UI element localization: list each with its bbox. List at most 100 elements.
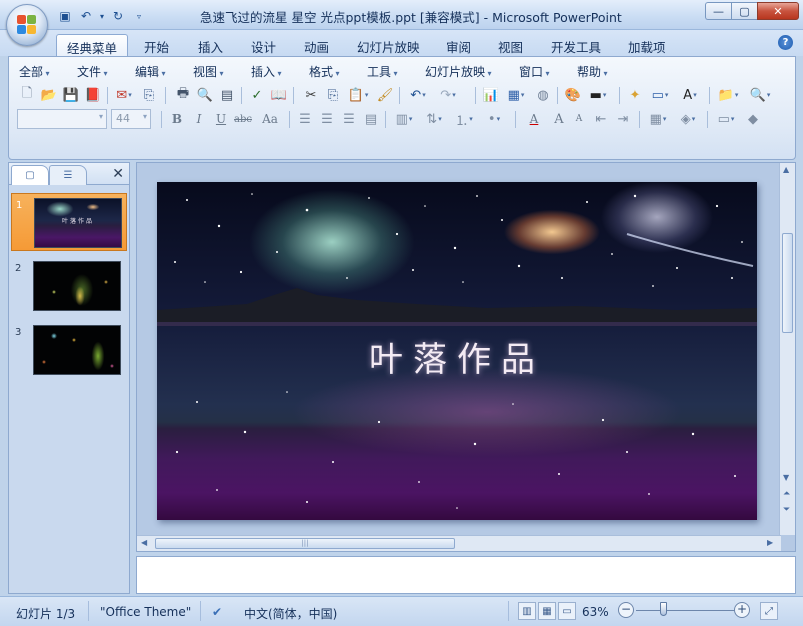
table-icon[interactable]: ▦ bbox=[503, 85, 529, 105]
research-icon[interactable]: 📖 bbox=[269, 85, 289, 105]
vertical-scrollbar[interactable]: ▲ ▼ ⏶ ⏷ bbox=[779, 163, 795, 535]
attach-icon[interactable]: ⎘ bbox=[139, 85, 159, 105]
tab-review[interactable]: 审阅 bbox=[436, 34, 481, 56]
bold-button[interactable]: B bbox=[167, 109, 187, 129]
spelling-check-icon[interactable]: ✔ bbox=[212, 605, 222, 619]
vertical-scroll-thumb[interactable] bbox=[782, 233, 793, 333]
color-grayscale-icon[interactable]: 🎨 bbox=[563, 85, 583, 105]
tab-addins[interactable]: 加载项 bbox=[618, 34, 676, 56]
columns-icon[interactable]: ▥ bbox=[391, 109, 417, 129]
normal-view-icon[interactable]: ▥ bbox=[518, 602, 536, 620]
tab-insert[interactable]: 插入 bbox=[188, 34, 233, 56]
scroll-right-icon[interactable]: ▶ bbox=[767, 538, 773, 547]
menu-insert[interactable]: 插入 bbox=[251, 63, 282, 80]
find-icon[interactable]: 🔍 bbox=[747, 85, 773, 105]
previous-slide-icon[interactable]: ⏶ bbox=[783, 489, 790, 499]
scroll-left-icon[interactable]: ◀ bbox=[141, 538, 147, 547]
slide-sorter-view-icon[interactable]: ▦ bbox=[538, 602, 556, 620]
zoom-in-button[interactable]: + bbox=[734, 602, 750, 618]
current-slide[interactable]: 叶落作品 bbox=[157, 182, 757, 520]
copy-icon[interactable]: ⎘ bbox=[323, 85, 343, 105]
slide-thumbnail-2[interactable]: 2 bbox=[11, 257, 127, 315]
paste-icon[interactable]: 📋 bbox=[345, 85, 371, 105]
help-icon[interactable]: ? bbox=[778, 35, 793, 50]
tab-outline-icon[interactable]: ☰ bbox=[49, 165, 87, 185]
format-painter-icon[interactable]: 🖌 bbox=[375, 85, 395, 105]
tab-classic-menu[interactable]: 经典菜单 bbox=[56, 34, 129, 56]
menu-edit[interactable]: 编辑 bbox=[135, 63, 166, 80]
change-case-button[interactable]: Aa bbox=[257, 109, 283, 129]
folder-dropdown-icon[interactable]: 📁 bbox=[715, 85, 741, 105]
new-slide-icon[interactable]: ✦ bbox=[625, 85, 645, 105]
menu-tools[interactable]: 工具 bbox=[367, 63, 398, 80]
slide-title[interactable]: 叶落作品 bbox=[157, 332, 757, 381]
arrange-icon[interactable]: ▦ bbox=[645, 109, 671, 129]
print-icon[interactable]: 🖶 bbox=[173, 85, 193, 105]
zoom-out-button[interactable]: − bbox=[618, 602, 634, 618]
theme-name[interactable]: "Office Theme" bbox=[100, 605, 191, 619]
underline-button[interactable]: U bbox=[211, 109, 231, 129]
font-name-box[interactable] bbox=[17, 109, 107, 129]
fill-icon[interactable]: ◆ bbox=[743, 109, 763, 129]
horizontal-scrollbar[interactable]: ◀ ||| ▶ bbox=[137, 535, 781, 551]
permission-icon[interactable]: 📕 bbox=[83, 85, 103, 105]
redo-icon[interactable]: ↷ bbox=[435, 85, 461, 105]
strikethrough-button[interactable]: abc bbox=[233, 109, 253, 129]
menu-format[interactable]: 格式 bbox=[309, 63, 340, 80]
open-folder-icon[interactable]: 📂 bbox=[39, 85, 59, 105]
grayscale-dropdown-icon[interactable]: ▬ bbox=[585, 85, 611, 105]
slide-layout-icon[interactable]: ▤ bbox=[217, 85, 237, 105]
next-slide-icon[interactable]: ⏷ bbox=[783, 505, 790, 515]
undo-icon[interactable]: ↶ bbox=[77, 7, 95, 25]
notes-pane[interactable] bbox=[136, 556, 796, 594]
menu-all[interactable]: 全部 bbox=[19, 63, 50, 80]
slide-thumbnail-3[interactable]: 3 bbox=[11, 321, 127, 379]
save-icon[interactable]: 💾 bbox=[61, 85, 81, 105]
office-button[interactable] bbox=[6, 4, 48, 46]
tab-home[interactable]: 开始 bbox=[134, 34, 179, 56]
tab-design[interactable]: 设计 bbox=[241, 34, 286, 56]
decrease-indent-icon[interactable]: ⇤ bbox=[591, 109, 611, 129]
tab-slideshow[interactable]: 幻灯片放映 bbox=[347, 34, 430, 56]
redo-icon[interactable]: ↻ bbox=[109, 7, 127, 25]
close-button[interactable]: ✕ bbox=[757, 2, 799, 20]
justify-icon[interactable]: ▤ bbox=[361, 109, 381, 129]
cut-icon[interactable]: ✂ bbox=[301, 85, 321, 105]
menu-slideshow[interactable]: 幻灯片放映 bbox=[425, 63, 492, 80]
scroll-down-icon[interactable]: ▼ bbox=[783, 473, 789, 482]
menu-file[interactable]: 文件 bbox=[77, 63, 108, 80]
menu-help[interactable]: 帮助 bbox=[577, 63, 608, 80]
shrink-font-button[interactable]: A bbox=[569, 109, 589, 129]
minimize-button[interactable]: — bbox=[705, 2, 731, 20]
chart-icon[interactable]: 📊 bbox=[481, 85, 501, 105]
align-right-icon[interactable]: ☰ bbox=[339, 109, 359, 129]
slideshow-view-icon[interactable]: ▭ bbox=[558, 602, 576, 620]
email-icon[interactable]: ✉ bbox=[111, 85, 137, 105]
spelling-icon[interactable]: ✓ bbox=[247, 85, 267, 105]
increase-indent-icon[interactable]: ⇥ bbox=[613, 109, 633, 129]
font-color-button[interactable]: A bbox=[521, 109, 547, 129]
save-icon[interactable]: ▣ bbox=[56, 7, 74, 25]
shape-style-icon[interactable]: ▭ bbox=[713, 109, 739, 129]
horizontal-scroll-thumb[interactable]: ||| bbox=[155, 538, 455, 549]
maximize-button[interactable]: ▢ bbox=[731, 2, 757, 20]
zoom-level[interactable]: 63% bbox=[582, 605, 609, 619]
undo-icon[interactable]: ↶ bbox=[405, 85, 431, 105]
tab-slides-icon[interactable]: ▢ bbox=[11, 165, 49, 185]
bullets-icon[interactable]: • bbox=[481, 109, 507, 129]
tab-view[interactable]: 视图 bbox=[488, 34, 533, 56]
align-left-icon[interactable]: ☰ bbox=[295, 109, 315, 129]
italic-button[interactable]: I bbox=[189, 109, 209, 129]
tab-animations[interactable]: 动画 bbox=[294, 34, 339, 56]
grow-font-button[interactable]: A bbox=[549, 109, 569, 129]
zoom-slider-track[interactable] bbox=[636, 610, 736, 611]
menu-view[interactable]: 视图 bbox=[193, 63, 224, 80]
scroll-up-icon[interactable]: ▲ bbox=[783, 165, 789, 174]
text-box-icon[interactable]: A bbox=[677, 85, 703, 105]
text-direction-icon[interactable]: ⇅ bbox=[421, 109, 447, 129]
zoom-slider-thumb[interactable] bbox=[660, 602, 667, 616]
fit-to-window-icon[interactable]: ⤢ bbox=[760, 602, 778, 620]
language[interactable]: 中文(简体，中国) bbox=[244, 605, 337, 622]
align-center-icon[interactable]: ☰ bbox=[317, 109, 337, 129]
numbering-icon[interactable]: ⒈ bbox=[451, 109, 477, 129]
